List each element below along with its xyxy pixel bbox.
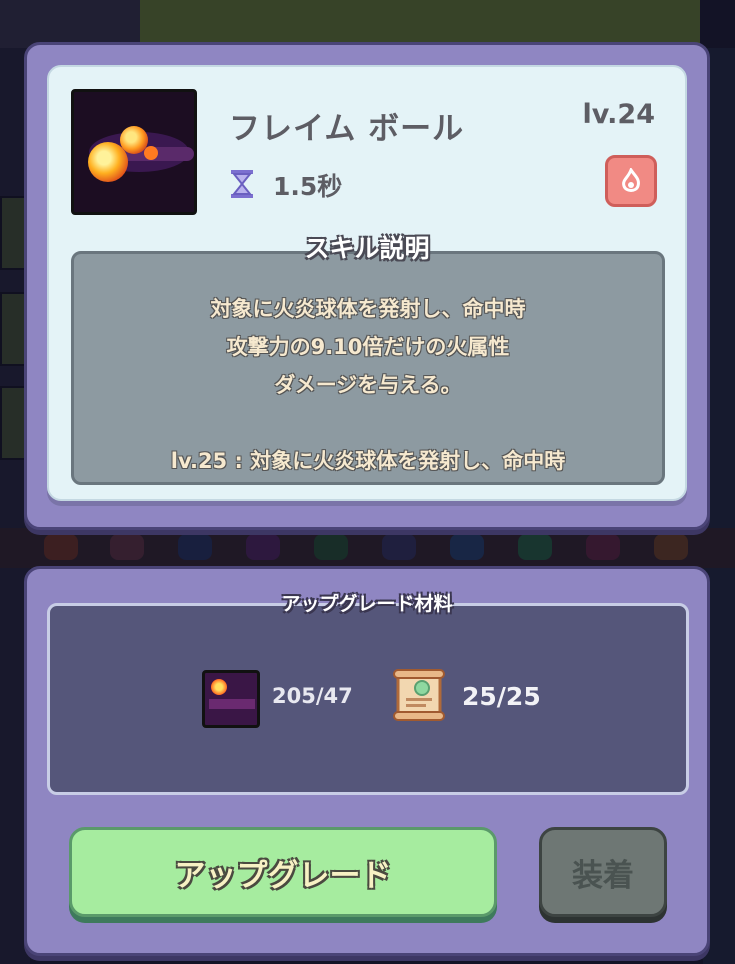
description-line: 攻撃力の9.10倍だけの火属性 — [226, 335, 510, 359]
cooldown-value: 1.5秒 — [273, 172, 343, 201]
material-count-scroll: 25/25 — [462, 682, 541, 711]
equip-button[interactable]: 装着 — [539, 827, 667, 917]
description-box[interactable]: 対象に火炎球体を発射し、命中時 攻撃力の9.10倍だけの火属性 ダメージを与える… — [71, 251, 665, 485]
description-line: 対象に火炎球体を発射し、命中時 — [210, 297, 526, 321]
upgrade-panel: アップグレード材料 205/47 25/25 アップグレード 装着 — [24, 566, 710, 956]
skill-info-panel: フレイム ボール lv.24 1.5秒 スキル説明 対象に火炎球体を発射し、命中… — [24, 42, 710, 530]
materials-title: アップグレード材料 — [281, 593, 453, 615]
skill-card: フレイム ボール lv.24 1.5秒 スキル説明 対象に火炎球体を発射し、命中… — [47, 65, 687, 501]
materials-box: 205/47 25/25 — [47, 603, 689, 795]
skill-level: lv.24 — [582, 99, 655, 130]
flame-ball-icon — [71, 89, 197, 215]
material-count-skill-card: 205/47 — [272, 684, 353, 708]
description-title: スキル説明 — [304, 234, 430, 263]
skill-name: フレイム ボール — [229, 111, 465, 147]
upgrade-button[interactable]: アップグレード — [69, 827, 497, 917]
hourglass-icon — [231, 170, 253, 198]
scroll-icon — [393, 669, 445, 721]
fire-element-icon — [605, 155, 657, 207]
description-line: ダメージを与える。 — [274, 373, 462, 397]
next-level-description: lv.25 : 対象に火炎球体を発射し、命中時 — [170, 449, 566, 473]
skill-card-icon — [202, 670, 260, 728]
